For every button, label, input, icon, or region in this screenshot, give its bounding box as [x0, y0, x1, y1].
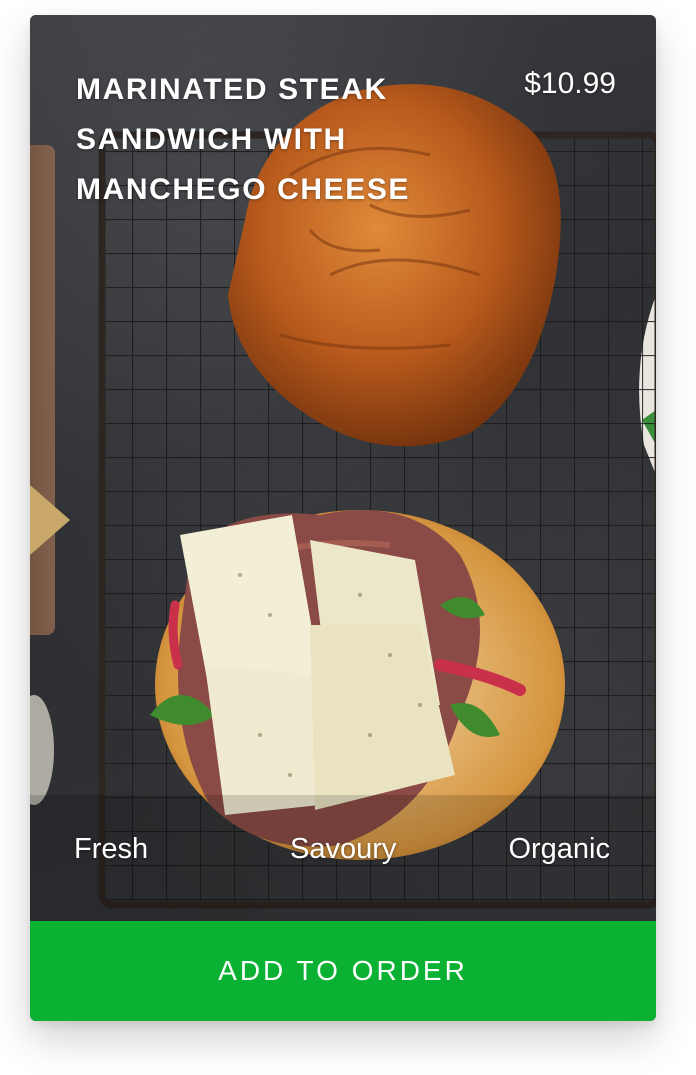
- product-price: $10.99: [524, 67, 616, 100]
- product-card: MARINATED STEAK SANDWICH WITH MANCHEGO C…: [30, 15, 656, 1021]
- product-title: MARINATED STEAK SANDWICH WITH MANCHEGO C…: [76, 73, 411, 206]
- product-photo: MARINATED STEAK SANDWICH WITH MANCHEGO C…: [30, 15, 656, 921]
- tag-fresh: Fresh: [74, 833, 149, 865]
- tag-savoury: Savoury: [290, 833, 397, 865]
- tag-organic: Organic: [508, 833, 610, 865]
- add-to-order-button[interactable]: ADD TO ORDER: [30, 921, 656, 1021]
